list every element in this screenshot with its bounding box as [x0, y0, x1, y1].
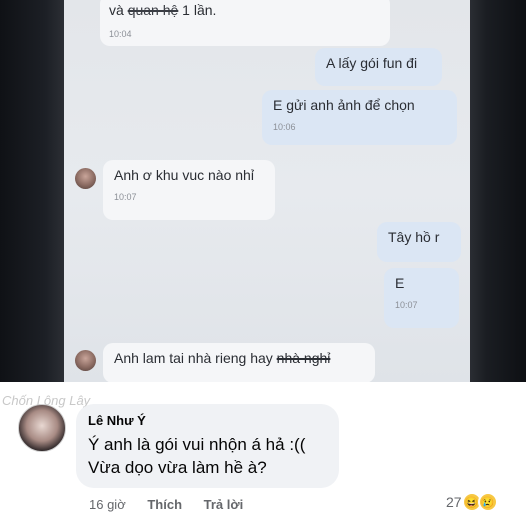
chat-message: Tây hồ r: [377, 222, 461, 262]
comment-bubble: Lê Như Ý Ý anh là gói vui nhộn á hả :(( …: [76, 404, 339, 488]
reaction-count: 27: [446, 494, 462, 510]
message-text: và: [109, 2, 128, 18]
sender-avatar: [75, 168, 96, 189]
message-text: E: [395, 275, 405, 291]
chat-message: và quan hệ 1 lần. 10:04: [100, 0, 390, 46]
comment-actions: 16 giờ Thích Trả lời: [89, 497, 261, 512]
message-text: Anh lam tai nhà rieng hay: [114, 350, 277, 366]
message-strikethrough-text: quan hệ: [127, 2, 179, 18]
reply-button[interactable]: Trả lời: [204, 497, 244, 512]
comment-time[interactable]: 16 giờ: [89, 497, 126, 512]
sad-emoji-icon: 😢: [477, 492, 498, 512]
message-text: Anh ơ khu vuc nào nhỉ: [114, 167, 254, 183]
message-time: 10:07: [114, 191, 137, 202]
phone-bezel-right: [470, 0, 526, 382]
facebook-comment-screenshot: và quan hệ 1 lần. 10:04 A lấy gói fun đi…: [0, 0, 526, 526]
message-text: A lấy gói fun đi: [326, 55, 418, 71]
comment-text-line2: Vừa dọo vừa làm hề à?: [88, 458, 267, 477]
message-text: 1 lần.: [178, 2, 217, 18]
message-strikethrough-text: nhà nghỉ: [276, 350, 331, 366]
comment-author[interactable]: Lê Như Ý: [88, 413, 327, 428]
message-time: 10:06: [273, 121, 296, 132]
chat-message: Anh ơ khu vuc nào nhỉ 10:07: [103, 160, 275, 220]
comment-text-line1: Ý anh là gói vui nhộn á hả :((: [88, 435, 306, 454]
sender-avatar: [75, 350, 96, 371]
chat-message: A lấy gói fun đi: [315, 48, 442, 86]
message-text: Tây hồ r: [388, 229, 440, 245]
chat-message: E 10:07: [384, 268, 459, 328]
message-time: 10:04: [109, 29, 132, 39]
message-text: E gửi anh ảnh để chọn: [273, 97, 415, 113]
chat-photo: và quan hệ 1 lần. 10:04 A lấy gói fun đi…: [0, 0, 526, 382]
message-time: 10:07: [395, 299, 418, 310]
reaction-summary[interactable]: 27 😆 😢: [446, 492, 498, 512]
chat-message: Anh lam tai nhà rieng hay nhà nghỉ: [103, 343, 375, 382]
chat-message: E gửi anh ảnh để chọn 10:06: [262, 90, 457, 145]
like-button[interactable]: Thích: [147, 497, 182, 512]
commenter-avatar[interactable]: [18, 404, 66, 452]
phone-bezel-left: [0, 0, 64, 382]
